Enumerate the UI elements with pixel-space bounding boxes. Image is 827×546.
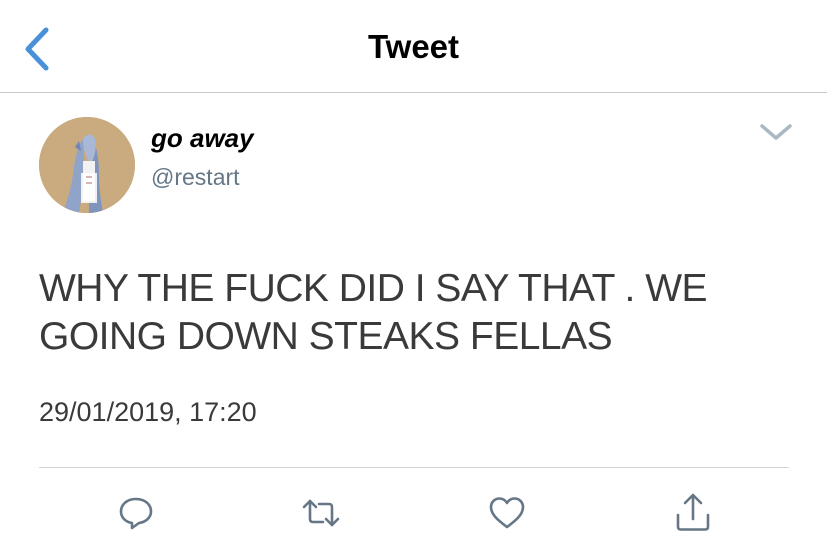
retweet-button[interactable] xyxy=(301,493,341,533)
retweet-icon xyxy=(302,499,340,527)
display-name[interactable]: go away xyxy=(151,123,254,154)
reply-button[interactable] xyxy=(116,493,156,533)
chevron-down-icon xyxy=(760,124,792,140)
nav-header: Tweet xyxy=(0,0,827,93)
divider xyxy=(39,467,789,468)
reply-icon xyxy=(119,497,153,530)
share-button[interactable] xyxy=(673,493,713,533)
like-button[interactable] xyxy=(487,493,527,533)
tweet-text: WHY THE FUCK DID I SAY THAT . WE GOING D… xyxy=(39,265,799,361)
avatar[interactable] xyxy=(39,117,135,213)
tweet-text-line: WHY THE FUCK DID I SAY THAT . WE xyxy=(39,267,708,310)
heart-icon xyxy=(489,497,525,529)
share-icon xyxy=(676,493,710,531)
tweet-text-line: GOING DOWN STEAKS FELLAS xyxy=(39,315,613,358)
user-handle[interactable]: @restart xyxy=(151,164,240,191)
more-options-button[interactable] xyxy=(756,118,796,146)
tweet-timestamp: 29/01/2019, 17:20 xyxy=(39,397,257,427)
page-title: Tweet xyxy=(367,28,460,65)
avatar-image xyxy=(39,117,135,213)
